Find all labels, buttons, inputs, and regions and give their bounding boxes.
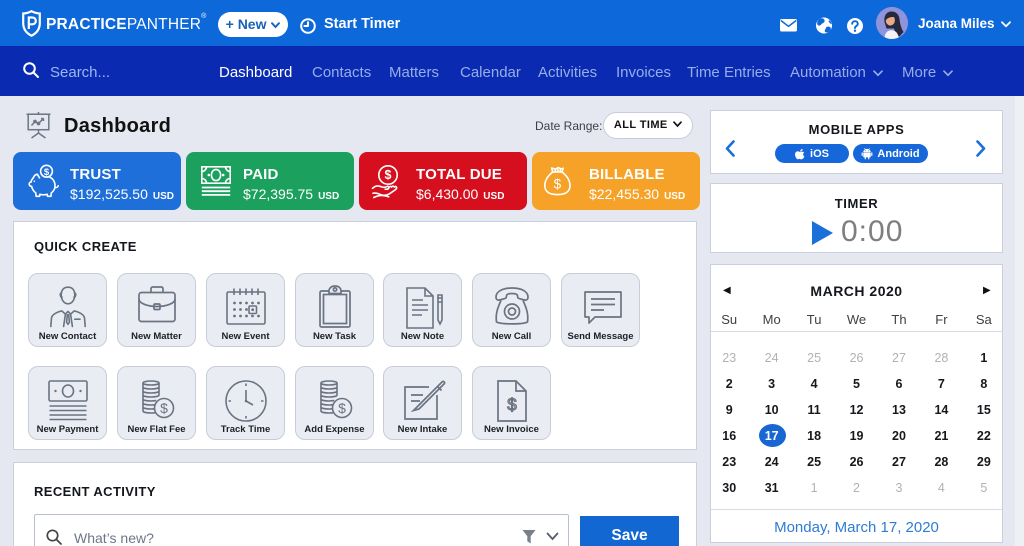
svg-text:$: $ — [338, 400, 346, 416]
svg-text:$: $ — [385, 168, 392, 182]
svg-text:$: $ — [554, 177, 562, 192]
svg-text:$: $ — [44, 167, 50, 178]
svg-text:$: $ — [160, 400, 168, 416]
svg-text:$: $ — [507, 395, 517, 414]
